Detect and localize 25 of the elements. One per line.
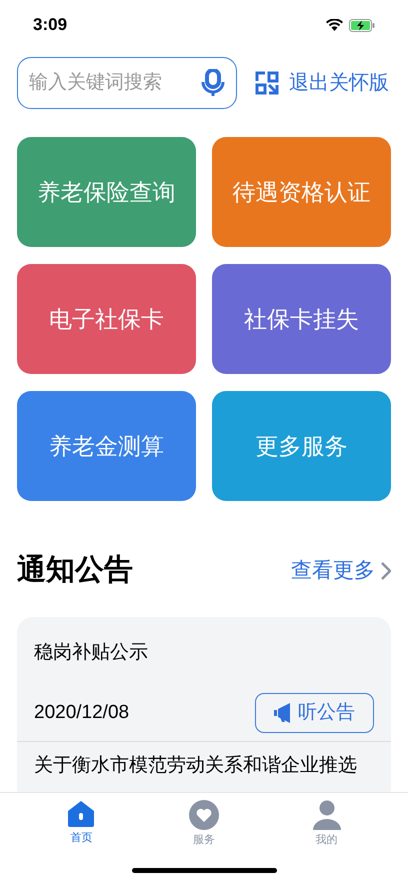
tab-bar-item[interactable]: 我的 <box>296 800 357 848</box>
service-tile[interactable]: 电子社保卡 <box>17 264 196 374</box>
tab-bar-item[interactable]: 首页 <box>51 800 112 848</box>
chevron-right-icon <box>381 562 391 580</box>
listen-button[interactable]: 听公告 <box>255 693 374 733</box>
service-tile[interactable]: 待遇资格认证 <box>212 137 391 247</box>
tab-bar-item[interactable]: 服务 <box>174 800 234 848</box>
search-field[interactable]: 输入关键词搜索 <box>17 57 237 109</box>
person-icon <box>312 800 342 830</box>
view-more-link[interactable]: 查看更多 <box>291 555 391 586</box>
service-tile[interactable]: 养老金测算 <box>17 391 196 501</box>
status-time: 3:09 <box>33 14 68 36</box>
exit-care-mode-link[interactable]: 退出关怀版 <box>289 68 389 98</box>
microphone-icon[interactable] <box>201 69 225 97</box>
notice-title[interactable]: 关于衡水市模范劳动关系和谐企业推选 <box>34 752 374 780</box>
wifi-icon <box>326 19 343 31</box>
scan-icon[interactable] <box>255 71 279 95</box>
notice-date: 2020/12/08 <box>34 700 130 725</box>
service-tile[interactable]: 养老保险查询 <box>17 137 196 247</box>
service-tile[interactable]: 更多服务 <box>212 391 391 501</box>
service-tile[interactable]: 社保卡挂失 <box>212 264 391 374</box>
notice-title[interactable]: 稳岗补贴公示 <box>34 638 374 667</box>
section-title: 通知公告 <box>17 553 133 588</box>
battery-charging-icon <box>349 18 375 32</box>
home-icon <box>67 800 96 828</box>
